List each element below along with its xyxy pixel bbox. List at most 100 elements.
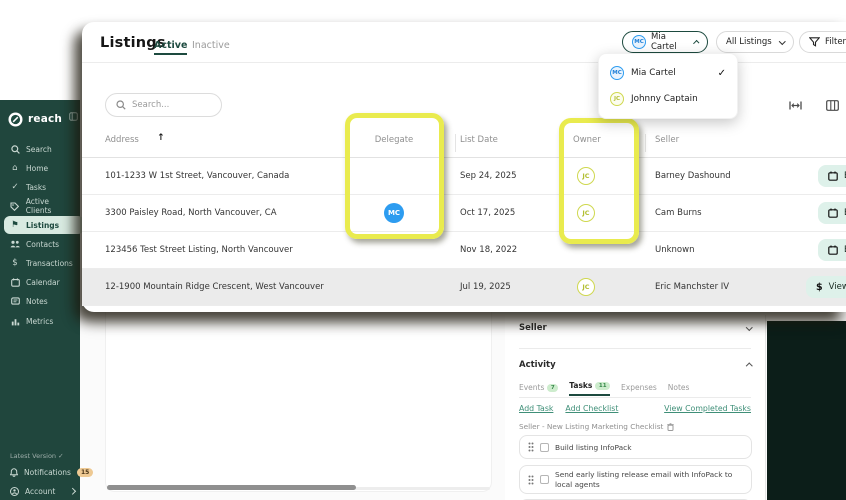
events-button[interactable]: E xyxy=(818,202,846,224)
add-task-link[interactable]: Add Task xyxy=(519,404,553,413)
notifications-button[interactable]: Notifications 15 xyxy=(4,465,94,480)
menu-item-johnny-captain[interactable]: JC Johnny Captain xyxy=(599,86,737,112)
seller-section-header[interactable]: Seller xyxy=(519,323,752,333)
sidebar-item-transactions[interactable]: $ Transactions xyxy=(4,255,76,271)
tab-notes[interactable]: Notes xyxy=(668,383,690,396)
sidebar-item-contacts[interactable]: Contacts xyxy=(4,236,76,252)
collapse-sidebar-icon[interactable] xyxy=(69,112,78,121)
account-label: Account xyxy=(25,487,56,496)
listing-scope-dropdown[interactable]: All Listings xyxy=(716,31,794,53)
events-count-badge: 7 xyxy=(547,383,559,392)
search-box xyxy=(105,93,222,117)
filter-button[interactable]: Filter xyxy=(799,31,846,53)
chevron-right-icon xyxy=(68,488,75,495)
task-checkbox[interactable] xyxy=(540,475,549,484)
search-icon xyxy=(10,144,20,154)
flag-icon: ⚑ xyxy=(11,220,19,230)
tab-expenses[interactable]: Expenses xyxy=(621,383,657,396)
sidebar-item-label: Transactions xyxy=(26,258,73,268)
drag-handle-icon[interactable] xyxy=(528,442,534,452)
calendar-icon xyxy=(10,277,20,287)
filter-label: Filter xyxy=(825,37,846,47)
owner-column-highlight xyxy=(559,118,639,244)
menu-item-mia-cartel[interactable]: MC Mia Cartel ✓ xyxy=(599,60,737,86)
task-checkbox[interactable] xyxy=(540,442,549,452)
delegate-column-highlight xyxy=(345,113,444,239)
sidebar-item-calendar[interactable]: Calendar xyxy=(4,274,76,290)
sidebar-item-label: Search xyxy=(26,144,52,154)
drag-handle-icon[interactable] xyxy=(528,475,534,485)
tab-inactive[interactable]: Inactive xyxy=(192,40,230,51)
table-row[interactable]: 123456 Test Street Listing, North Vancou… xyxy=(82,232,846,269)
task-actions: Add Task Add Checklist View Completed Ta… xyxy=(519,404,751,413)
sidebar-item-tasks[interactable]: ✓ Tasks xyxy=(4,179,76,195)
view-completed-tasks-link[interactable]: View Completed Tasks xyxy=(664,404,751,413)
fit-columns-icon[interactable] xyxy=(789,100,802,111)
add-checklist-link[interactable]: Add Checklist xyxy=(565,404,618,413)
calendar-icon xyxy=(828,208,838,218)
app-logo: reach xyxy=(8,108,62,130)
checklist-title: Seller - New Listing Marketing Checklist xyxy=(519,422,664,431)
tasks-check-icon: ✓ xyxy=(11,182,19,192)
sort-ascending-icon[interactable]: ↑ xyxy=(157,133,165,143)
sidebar: reach Search ⌂ Home ✓ Tasks Active Clien… xyxy=(0,100,94,500)
menu-item-label: Mia Cartel xyxy=(631,68,676,78)
tab-tasks[interactable]: Tasks 11 xyxy=(569,381,611,396)
column-header-address[interactable]: Address xyxy=(105,135,139,145)
sidebar-item-notes[interactable]: Notes xyxy=(4,293,76,309)
sidebar-item-listings[interactable]: ⚑ Listings xyxy=(4,216,84,234)
sidebar-item-active-clients[interactable]: Active Clients xyxy=(4,197,76,215)
people-icon xyxy=(10,240,20,248)
cell-seller: Barney Dashound xyxy=(655,171,731,181)
chevron-down-icon xyxy=(778,37,785,45)
column-header-seller[interactable]: Seller xyxy=(655,135,679,145)
column-divider xyxy=(455,134,456,152)
account-icon xyxy=(10,487,19,496)
sidebar-item-home[interactable]: ⌂ Home xyxy=(4,160,76,176)
account-button[interactable]: Account xyxy=(4,484,78,499)
chevron-down-icon xyxy=(745,323,752,331)
activity-tabs: Events 7 Tasks 11 Expenses Notes xyxy=(519,381,689,396)
events-button[interactable]: E xyxy=(818,165,846,187)
notes-icon xyxy=(10,296,20,306)
dollar-icon: $ xyxy=(12,258,18,268)
column-header-list-date[interactable]: List Date xyxy=(460,135,498,145)
cell-seller: Cam Burns xyxy=(655,208,702,218)
version-check-icon: ✓ xyxy=(58,452,64,460)
columns-icon[interactable] xyxy=(826,100,839,111)
cell-list-date: Nov 18, 2022 xyxy=(460,245,518,255)
events-button[interactable]: E xyxy=(818,239,846,261)
cell-address: 123456 Test Street Listing, North Vancou… xyxy=(105,245,293,255)
table-row[interactable]: 101-1233 W 1st Street, Vancouver, Canada… xyxy=(82,158,846,195)
view-transactions-button[interactable]: $ View xyxy=(806,276,846,298)
owner-avatar: JC xyxy=(577,278,595,296)
cell-address: 3300 Paisley Road, North Vancouver, CA xyxy=(105,208,277,218)
selected-check-icon: ✓ xyxy=(717,67,726,79)
trash-icon[interactable] xyxy=(667,422,675,431)
horizontal-scrollbar-thumb[interactable] xyxy=(107,485,356,490)
tab-active[interactable]: Active xyxy=(154,40,188,55)
sidebar-item-search[interactable]: Search xyxy=(4,141,76,157)
app-name: reach xyxy=(28,113,63,125)
bar-chart-icon xyxy=(10,317,20,326)
tab-events[interactable]: Events 7 xyxy=(519,383,559,396)
search-input[interactable] xyxy=(132,100,206,110)
avatar: MC xyxy=(632,35,646,49)
tag-icon xyxy=(10,201,20,211)
listing-scope-label: All Listings xyxy=(726,37,772,47)
cell-list-date: Sep 24, 2025 xyxy=(460,171,517,181)
listing-detail-panel: Seller Activity Events 7 Tasks 11 Expens… xyxy=(505,315,766,500)
agent-dropdown-menu: MC Mia Cartel ✓ JC Johnny Captain xyxy=(598,53,738,119)
screen: reach Search ⌂ Home ✓ Tasks Active Clien… xyxy=(0,0,846,500)
cell-seller: Unknown xyxy=(655,245,695,255)
avatar: JC xyxy=(610,92,624,106)
tasks-count-badge: 11 xyxy=(595,381,611,390)
activity-section-header[interactable]: Activity xyxy=(519,360,752,370)
sidebar-item-label: Notes xyxy=(26,296,48,306)
agent-filter-dropdown[interactable]: MC Mia Cartel xyxy=(622,31,708,53)
task-text: Send early listing release email with In… xyxy=(555,469,733,489)
sidebar-item-metrics[interactable]: Metrics xyxy=(4,313,76,329)
table-row[interactable]: 3300 Paisley Road, North Vancouver, CA M… xyxy=(82,195,846,232)
task-text: Build listing InfoPack xyxy=(555,442,632,452)
table-row-highlighted[interactable]: 12-1900 Mountain Ridge Crescent, West Va… xyxy=(82,269,846,306)
